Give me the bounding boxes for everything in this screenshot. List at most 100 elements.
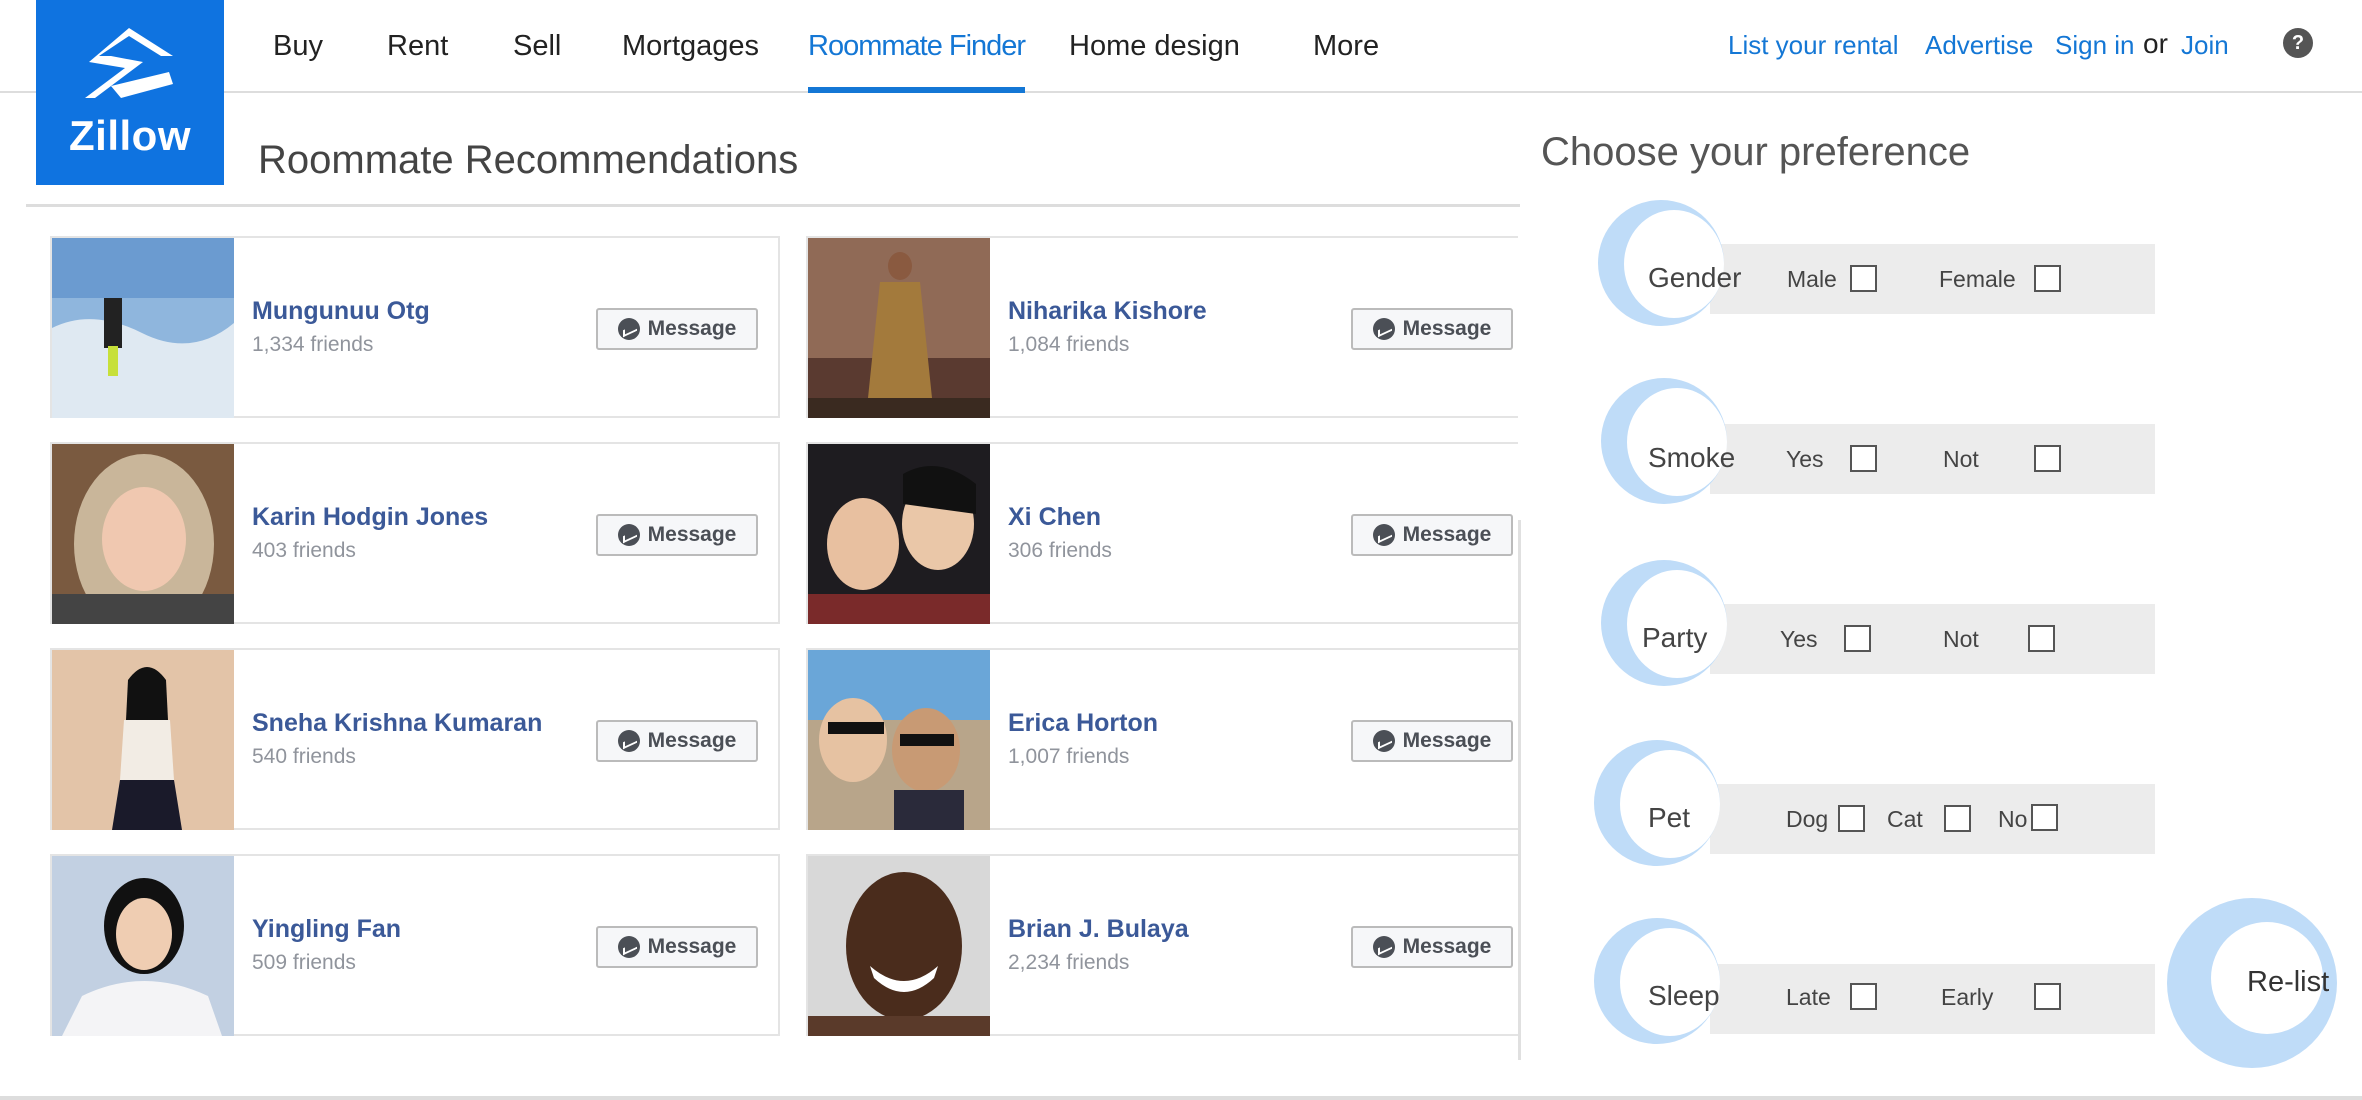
person-name[interactable]: Xi Chen bbox=[1008, 503, 1101, 532]
person-card[interactable]: Sneha Krishna Kumaran 540 friends Messag… bbox=[50, 648, 780, 830]
zillow-logo-text: Zillow bbox=[69, 112, 191, 159]
nav-sell[interactable]: Sell bbox=[513, 0, 561, 93]
messenger-icon bbox=[617, 730, 640, 752]
preference-row-sleep bbox=[1710, 964, 2155, 1034]
messenger-icon bbox=[617, 936, 640, 958]
message-button[interactable]: Message bbox=[596, 514, 758, 556]
nav-roommate-finder[interactable]: Roommate Finder bbox=[808, 0, 1026, 93]
option-label-party-not: Not bbox=[1943, 626, 1979, 652]
option-label-late: Late bbox=[1786, 984, 1831, 1010]
person-name[interactable]: Brian J. Bulaya bbox=[1008, 915, 1189, 944]
friends-count: 1,084 friends bbox=[1008, 333, 1130, 356]
checkbox-smoke-not[interactable] bbox=[2034, 445, 2061, 472]
person-card[interactable]: Karin Hodgin Jones 403 friends Message bbox=[50, 442, 780, 624]
messenger-icon bbox=[1372, 318, 1395, 340]
smoke-label: Smoke bbox=[1648, 442, 1736, 473]
checkbox-smoke-yes[interactable] bbox=[1850, 445, 1877, 472]
nav-buy[interactable]: Buy bbox=[273, 0, 323, 93]
bottom-divider bbox=[0, 1096, 2362, 1100]
messenger-icon bbox=[1372, 524, 1395, 546]
person-card[interactable]: Niharika Kishore 1,084 friends Message bbox=[806, 236, 1518, 418]
message-label: Message bbox=[647, 935, 737, 958]
join-link[interactable]: Join bbox=[2181, 30, 2229, 61]
advertise-link[interactable]: Advertise bbox=[1925, 30, 2033, 61]
preference-row-party bbox=[1710, 604, 2155, 674]
person-card[interactable]: Brian J. Bulaya 2,234 friends Message bbox=[806, 854, 1518, 1036]
preference-row-smoke bbox=[1710, 424, 2155, 494]
messenger-icon bbox=[617, 318, 640, 340]
message-button[interactable]: Message bbox=[596, 926, 758, 968]
option-label-male: Male bbox=[1787, 266, 1837, 292]
avatar bbox=[808, 444, 990, 624]
checkbox-dog[interactable] bbox=[1838, 805, 1865, 832]
relist-label[interactable]: Re-list bbox=[2247, 966, 2329, 999]
avatar bbox=[52, 650, 234, 830]
pet-label: Pet bbox=[1648, 802, 1691, 833]
avatar bbox=[52, 238, 234, 418]
avatar bbox=[52, 444, 234, 624]
message-button[interactable]: Message bbox=[1351, 720, 1513, 762]
nav-more[interactable]: More bbox=[1313, 0, 1379, 93]
person-card[interactable]: Xi Chen 306 friends Message bbox=[806, 442, 1518, 624]
friends-count: 1,334 friends bbox=[252, 333, 374, 356]
message-button[interactable]: Message bbox=[596, 308, 758, 350]
preferences-title: Choose your preference bbox=[1541, 130, 1971, 174]
checkbox-party-yes[interactable] bbox=[1844, 625, 1871, 652]
checkbox-male[interactable] bbox=[1850, 265, 1877, 292]
message-label: Message bbox=[647, 729, 737, 752]
person-name[interactable]: Sneha Krishna Kumaran bbox=[252, 709, 542, 738]
person-name[interactable]: Mungunuu Otg bbox=[252, 297, 430, 326]
checkbox-cat[interactable] bbox=[1944, 805, 1971, 832]
option-label-female: Female bbox=[1939, 266, 2016, 292]
message-label: Message bbox=[1402, 729, 1492, 752]
person-card[interactable]: Erica Horton 1,007 friends Message bbox=[806, 648, 1518, 830]
sign-in-link[interactable]: Sign in bbox=[2055, 30, 2135, 61]
friends-count: 540 friends bbox=[252, 745, 356, 768]
message-label: Message bbox=[647, 317, 737, 340]
nav-rent[interactable]: Rent bbox=[387, 0, 448, 93]
friends-count: 509 friends bbox=[252, 951, 356, 974]
nav-home-design[interactable]: Home design bbox=[1069, 0, 1240, 93]
zillow-logo[interactable]: Zillow bbox=[36, 0, 224, 185]
person-name[interactable]: Niharika Kishore bbox=[1008, 297, 1207, 326]
gender-label: Gender bbox=[1648, 262, 1742, 293]
checkbox-early[interactable] bbox=[2034, 983, 2061, 1010]
nav-mortgages[interactable]: Mortgages bbox=[622, 0, 759, 93]
person-name[interactable]: Karin Hodgin Jones bbox=[252, 503, 488, 532]
person-name[interactable]: Erica Horton bbox=[1008, 709, 1158, 738]
messenger-icon bbox=[617, 524, 640, 546]
message-label: Message bbox=[1402, 523, 1492, 546]
person-name[interactable]: Yingling Fan bbox=[252, 915, 401, 944]
or-text: or bbox=[2143, 28, 2168, 59]
checkbox-late[interactable] bbox=[1850, 983, 1877, 1010]
option-label-smoke-yes: Yes bbox=[1786, 446, 1824, 472]
zillow-roommate-finder-page: Buy Rent Sell Mortgages Roommate Finder … bbox=[0, 0, 2362, 1100]
checkbox-no-pet[interactable] bbox=[2031, 804, 2058, 831]
message-button[interactable]: Message bbox=[1351, 514, 1513, 556]
person-card[interactable]: Mungunuu Otg 1,334 friends Message bbox=[50, 236, 780, 418]
option-label-no: No bbox=[1998, 806, 2028, 832]
option-label-smoke-not: Not bbox=[1943, 446, 1979, 472]
checkbox-party-not[interactable] bbox=[2028, 625, 2055, 652]
messenger-icon bbox=[1372, 936, 1395, 958]
message-label: Message bbox=[647, 523, 737, 546]
person-card[interactable]: Yingling Fan 509 friends Message bbox=[50, 854, 780, 1036]
message-button[interactable]: Message bbox=[1351, 926, 1513, 968]
smoke-ring-decoration bbox=[1601, 378, 1727, 504]
help-icon[interactable]: ? bbox=[2283, 28, 2313, 58]
message-label: Message bbox=[1402, 935, 1492, 958]
message-label: Message bbox=[1402, 317, 1492, 340]
preference-row-pet bbox=[1710, 784, 2155, 854]
option-label-cat: Cat bbox=[1887, 806, 1923, 832]
option-label-dog: Dog bbox=[1786, 806, 1829, 832]
top-navigation-bar: Buy Rent Sell Mortgages Roommate Finder … bbox=[0, 0, 2362, 93]
message-button[interactable]: Message bbox=[1351, 308, 1513, 350]
avatar bbox=[808, 650, 990, 830]
messenger-icon bbox=[1372, 730, 1395, 752]
message-button[interactable]: Message bbox=[596, 720, 758, 762]
recommendations-title: Roommate Recommendations bbox=[258, 138, 799, 182]
preference-row-gender bbox=[1710, 244, 2155, 314]
checkbox-female[interactable] bbox=[2034, 265, 2061, 292]
option-label-party-yes: Yes bbox=[1780, 626, 1818, 652]
list-your-rental-link[interactable]: List your rental bbox=[1728, 30, 1899, 61]
